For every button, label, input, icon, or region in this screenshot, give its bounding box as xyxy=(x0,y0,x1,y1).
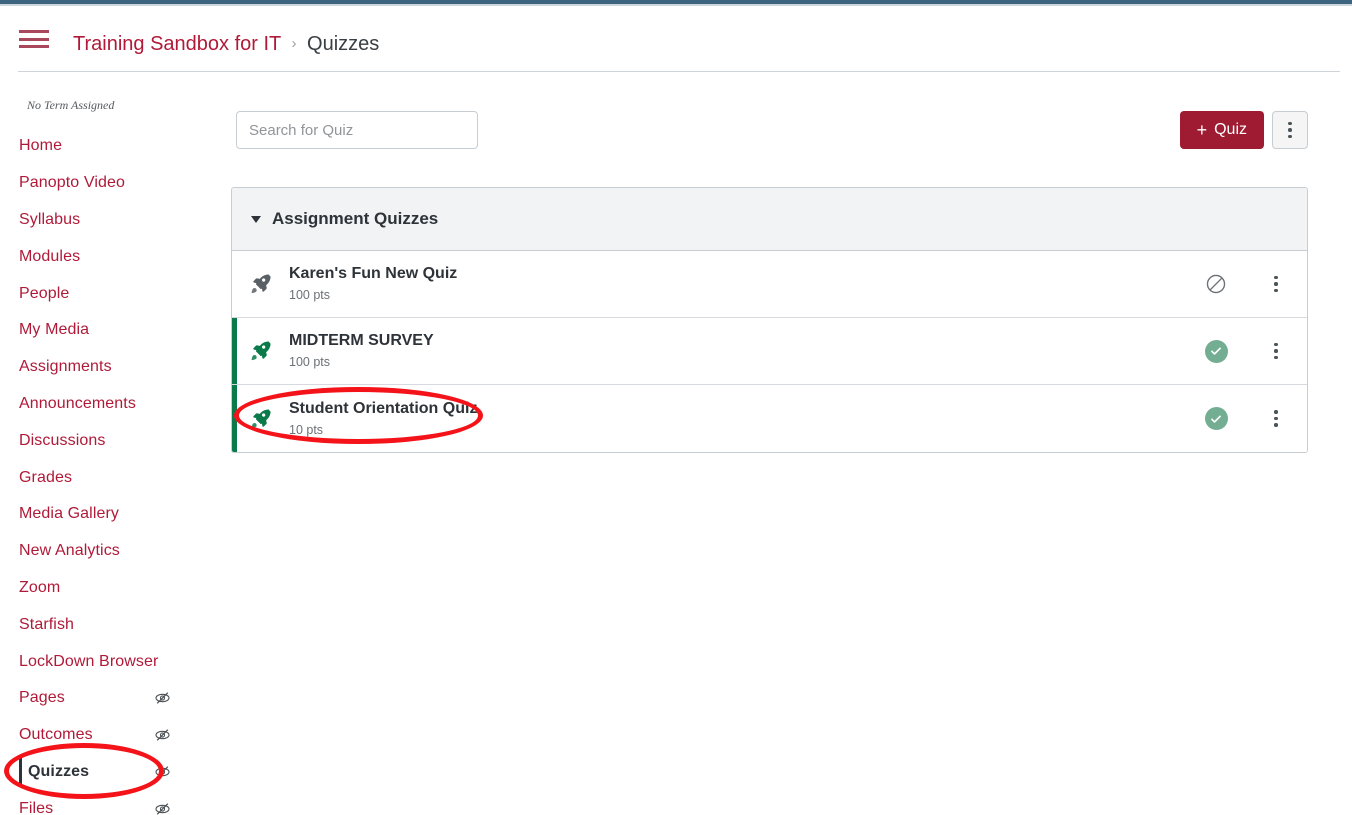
sidebar-item-label: Discussions xyxy=(19,431,106,449)
sidebar-item-label: People xyxy=(19,284,70,302)
quiz-info: Student Orientation Quiz 10 pts xyxy=(284,399,1187,439)
kebab-menu-icon xyxy=(1288,121,1292,139)
sidebar-item-label: Syllabus xyxy=(19,210,81,228)
sidebar-item-grades[interactable]: Grades xyxy=(0,459,230,496)
sidebar-item-syllabus[interactable]: Syllabus xyxy=(0,202,230,239)
sidebar-item-starfish[interactable]: Starfish xyxy=(0,606,230,643)
status-badge[interactable] xyxy=(1187,339,1245,363)
eye-off-icon[interactable] xyxy=(154,800,171,815)
sidebar-item-label: LockDown Browser xyxy=(19,652,159,670)
sidebar-item-label: Announcements xyxy=(19,394,136,412)
kebab-menu-icon xyxy=(1274,410,1278,427)
sidebar-item-discussions[interactable]: Discussions xyxy=(0,422,230,459)
add-quiz-label: Quiz xyxy=(1214,121,1247,138)
quiz-points: 100 pts xyxy=(289,355,331,369)
breadcrumb-current-page: Quizzes xyxy=(307,33,380,55)
rocket-icon-green xyxy=(232,340,284,362)
toolbar-buttons: + Quiz xyxy=(1179,111,1308,149)
table-row[interactable]: MIDTERM SURVEY 100 pts xyxy=(232,318,1307,385)
sidebar-item-label: Home xyxy=(19,137,63,155)
status-badge[interactable] xyxy=(1187,407,1245,430)
table-row[interactable]: Student Orientation Quiz 10 pts xyxy=(232,385,1307,452)
published-check-circle-icon[interactable] xyxy=(1204,407,1228,430)
sidebar-item-people[interactable]: People xyxy=(0,275,230,312)
quiz-list-table: Assignment Quizzes Karen's Fun New Quiz 1… xyxy=(231,187,1308,453)
breadcrumb-separator: › xyxy=(291,35,297,52)
eye-off-icon xyxy=(155,692,170,705)
sidebar-item-label: New Analytics xyxy=(19,542,120,560)
header-divider xyxy=(18,71,1340,72)
sidebar-item-label: Assignments xyxy=(19,358,112,376)
sidebar-item-label: Media Gallery xyxy=(19,505,120,523)
eye-off-icon[interactable] xyxy=(154,727,171,744)
quizzes-options-button[interactable] xyxy=(1272,111,1308,149)
sidebar-item-label: Starfish xyxy=(19,615,75,633)
eye-off-icon xyxy=(155,802,170,815)
sidebar-item-my-media[interactable]: My Media xyxy=(0,312,230,349)
search-input[interactable] xyxy=(236,111,478,149)
table-row[interactable]: Karen's Fun New Quiz 100 pts xyxy=(232,251,1307,318)
rocket-icon-gray xyxy=(232,273,284,295)
sidebar-item-lockdown-browser[interactable]: LockDown Browser xyxy=(0,643,230,680)
sidebar-item-label: Zoom xyxy=(19,578,61,596)
quiz-title-link[interactable]: MIDTERM SURVEY xyxy=(289,331,1187,351)
plus-icon: + xyxy=(1196,120,1208,140)
sidebar-item-announcements[interactable]: Announcements xyxy=(0,386,230,423)
sidebar-item-assignments[interactable]: Assignments xyxy=(0,349,230,386)
status-badge[interactable] xyxy=(1187,273,1245,295)
term-label: No Term Assigned xyxy=(27,98,115,112)
row-options-button[interactable] xyxy=(1245,342,1307,360)
breadcrumb: Training Sandbox for IT › Quizzes xyxy=(73,31,379,59)
sidebar-item-home[interactable]: Home xyxy=(0,128,230,165)
page-root: Training Sandbox for IT › Quizzes No Ter… xyxy=(0,0,1352,815)
add-quiz-button[interactable]: + Quiz xyxy=(1179,111,1264,149)
eye-off-icon xyxy=(155,729,170,741)
kebab-menu-icon xyxy=(1274,342,1278,360)
unpublished-circle-slash-icon xyxy=(1206,274,1226,294)
sidebar-item-label: Grades xyxy=(19,468,73,486)
quiz-points: 100 pts xyxy=(289,288,331,302)
sidebar-item-media-gallery[interactable]: Media Gallery xyxy=(0,496,230,533)
sidebar-item-new-analytics[interactable]: New Analytics xyxy=(0,533,230,570)
sidebar-item-pages[interactable]: Pages xyxy=(0,680,230,717)
sidebar-item-files[interactable]: Files xyxy=(0,790,230,815)
row-options-button[interactable] xyxy=(1245,275,1307,293)
quiz-rows-container: Karen's Fun New Quiz 100 pts MIDTERM SURVE… xyxy=(232,251,1307,452)
sidebar-item-modules[interactable]: Modules xyxy=(0,238,230,275)
row-options-button[interactable] xyxy=(1245,410,1307,427)
quiz-title-link[interactable]: Karen's Fun New Quiz xyxy=(289,264,1187,284)
sidebar-item-label: Outcomes xyxy=(19,726,93,744)
quiz-group-title: Assignment Quizzes xyxy=(272,209,439,228)
sidebar-item-outcomes[interactable]: Outcomes xyxy=(0,717,230,754)
global-header: Training Sandbox for IT › Quizzes xyxy=(0,6,1352,70)
rocket-icon-green xyxy=(232,408,284,430)
sidebar-item-label: Quizzes xyxy=(28,762,90,780)
eye-off-icon[interactable] xyxy=(154,690,171,707)
sidebar-item-quizzes[interactable]: Quizzes xyxy=(0,754,230,791)
chevron-down-icon[interactable] xyxy=(251,215,261,223)
sidebar-item-zoom[interactable]: Zoom xyxy=(0,570,230,607)
quiz-info: MIDTERM SURVEY 100 pts xyxy=(284,331,1187,371)
quiz-group-header[interactable]: Assignment Quizzes xyxy=(232,188,1307,251)
published-check-circle-icon[interactable] xyxy=(1204,339,1228,363)
sidebar-item-label: My Media xyxy=(19,321,90,339)
sidebar-item-panopto-video[interactable]: Panopto Video xyxy=(0,165,230,202)
sidebar-item-label: Pages xyxy=(19,689,65,707)
sidebar-item-label: Files xyxy=(19,799,54,815)
quiz-points: 10 pts xyxy=(289,422,324,437)
eye-off-icon[interactable] xyxy=(154,763,171,780)
course-nav-list: Home Panopto Video Syllabus Modules People My… xyxy=(0,128,230,815)
quiz-info: Karen's Fun New Quiz 100 pts xyxy=(284,264,1187,304)
main-content: + Quiz Assignment Quizzes Karen's Fun Ne… xyxy=(230,90,1352,815)
sidebar-item-label: Modules xyxy=(19,247,81,265)
kebab-menu-icon xyxy=(1274,275,1278,293)
course-nav-sidebar: No Term Assigned Home Panopto Video Syllab… xyxy=(0,90,230,815)
eye-off-icon xyxy=(155,766,170,778)
hamburger-menu-icon[interactable] xyxy=(19,27,49,51)
sidebar-item-label: Panopto Video xyxy=(19,174,125,192)
breadcrumb-course-link[interactable]: Training Sandbox for IT xyxy=(73,33,281,55)
quiz-title-link[interactable]: Student Orientation Quiz xyxy=(289,399,1187,419)
